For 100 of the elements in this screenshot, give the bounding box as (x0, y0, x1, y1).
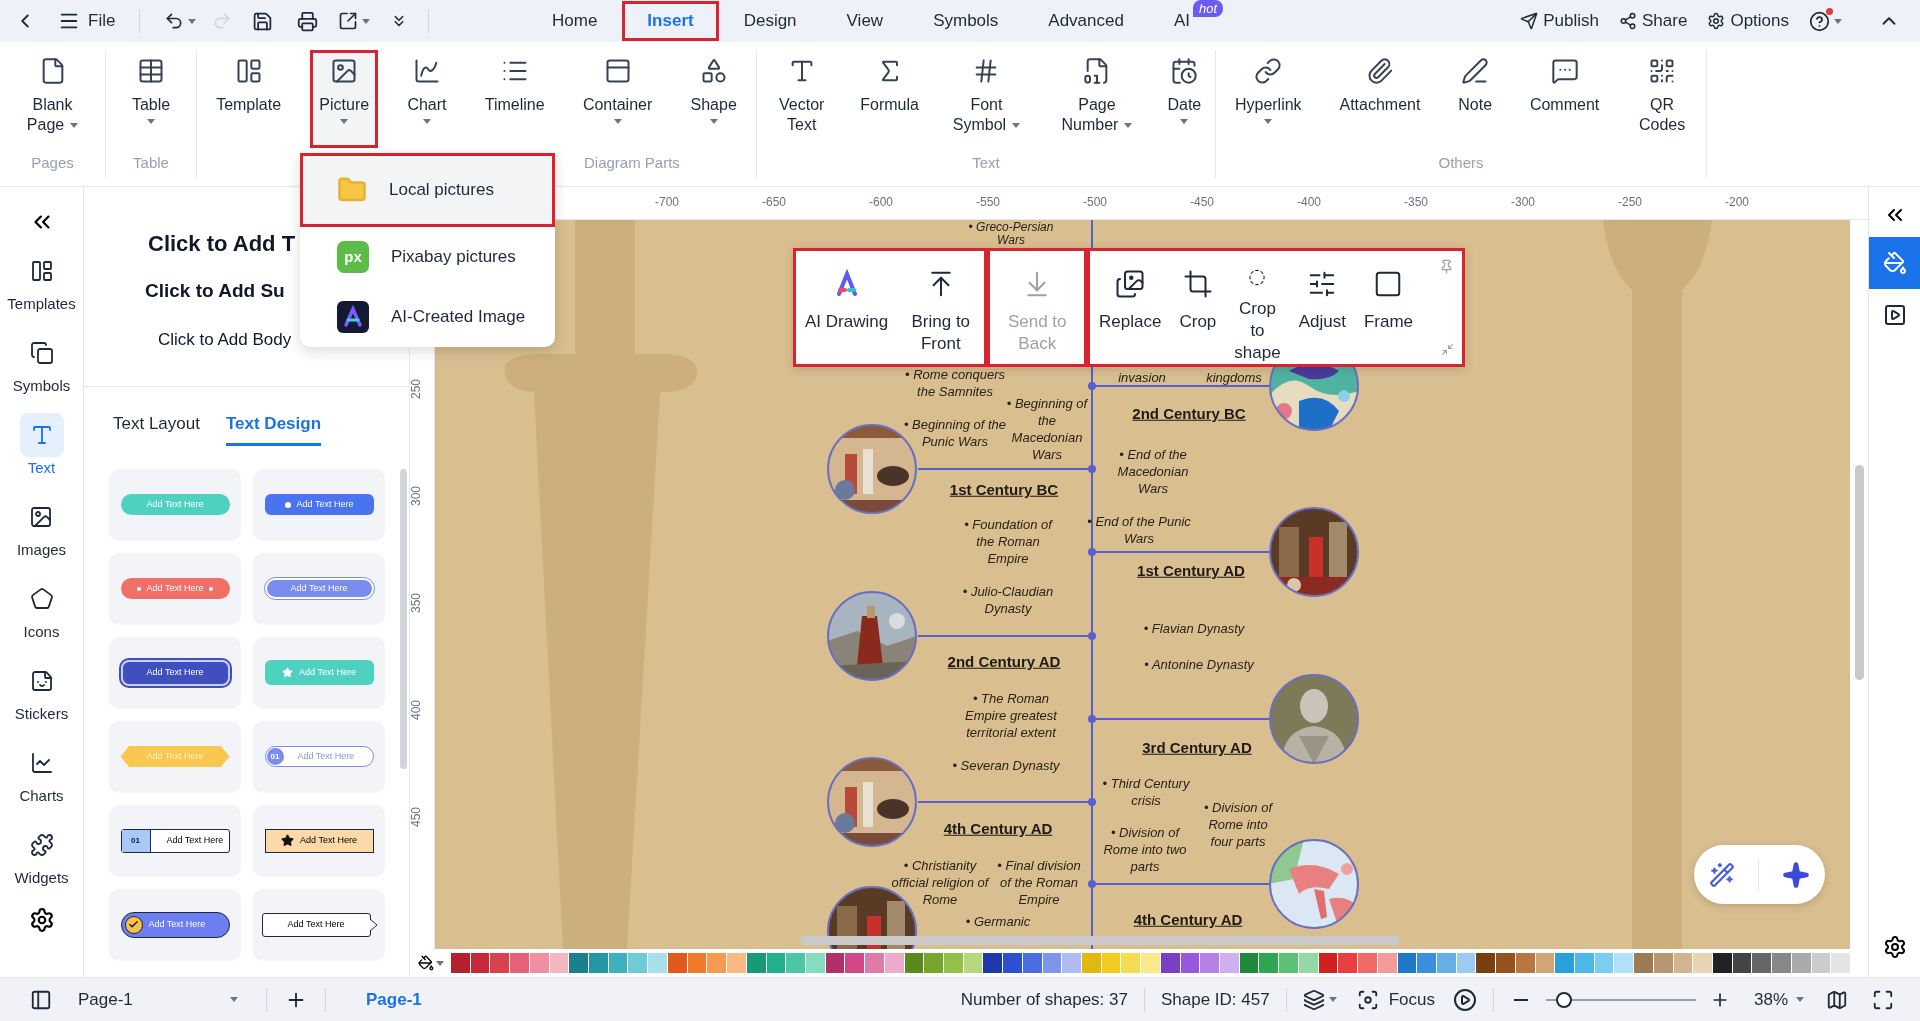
sample-text: Add Text Here (148, 917, 206, 931)
event-text: • Germanic (965, 912, 1031, 930)
app-logo-icon: px (337, 241, 369, 273)
hot-badge: hot (1192, 0, 1223, 17)
event-text: • Christianity official religion of Rome (890, 856, 990, 908)
text-style-card[interactable]: Add Text Here (253, 888, 385, 961)
toolbar-action-button[interactable]: Share (1619, 8, 1688, 34)
text-style-card[interactable]: Add Text Here (253, 468, 385, 541)
page-tab[interactable]: Page-1 (344, 986, 444, 1013)
ribbon-button[interactable]: Attachment (1330, 50, 1430, 148)
event-text: • Beginning of the Punic Wars (902, 416, 1008, 450)
sidebar-item[interactable]: Text (19, 413, 64, 495)
toolbar-button[interactable]: Frame (1354, 251, 1422, 364)
page-select[interactable]: Page-1 (78, 986, 248, 1013)
ribbon-button[interactable]: Page Number (1044, 50, 1149, 148)
ribbon-button[interactable]: Container (573, 50, 662, 148)
ribbon-button[interactable]: Date (1158, 50, 1211, 148)
ribbon-button[interactable]: Font Symbol (937, 50, 1036, 148)
panel-tab[interactable]: Text Design (225, 411, 322, 446)
ruler-label: 250 (409, 379, 423, 399)
group-label: Diagram Parts (584, 152, 680, 173)
focus-button[interactable]: Focus (1356, 986, 1435, 1013)
sample-text: Add Text Here (296, 497, 354, 511)
toolbar-button[interactable]: AI Drawing (796, 251, 898, 364)
ruler-label: -600 (869, 194, 893, 211)
century-heading: 4th Century AD (943, 818, 1053, 839)
toolbar-button[interactable]: Replace (1090, 251, 1171, 364)
ruler-label: -550 (976, 194, 1000, 211)
menu-tab[interactable]: View (821, 1, 909, 41)
event-text: invasion (1118, 368, 1166, 386)
text-style-card[interactable]: Add Text Here (109, 636, 241, 709)
menu-tab[interactable]: Design (718, 1, 822, 41)
ribbon-button[interactable]: Picture (310, 50, 379, 148)
century-heading: 4th Century AD (1133, 909, 1243, 930)
shape-id: Shape ID: 457 (1160, 988, 1270, 1011)
menu-tab[interactable]: Home (527, 1, 623, 41)
ribbon-button[interactable]: Shape (681, 50, 746, 148)
sidebar-item[interactable]: Stickers (14, 659, 69, 741)
text-style-card[interactable]: 01 Add Text Here (109, 804, 241, 877)
ribbon-button[interactable]: Note (1449, 50, 1502, 148)
menu-tab[interactable]: Insert (622, 1, 719, 41)
event-text: • Antonine Dynasty (1144, 655, 1254, 673)
toolbar-button[interactable]: Crop (1170, 251, 1226, 364)
toolbar-button[interactable]: Crop to shape (1225, 251, 1290, 364)
menu-item[interactable]: Local pictures (300, 153, 555, 227)
ribbon-button[interactable]: Hyperlink (1225, 50, 1311, 148)
ribbon-button[interactable]: Formula (851, 50, 928, 148)
group-label: Text (972, 152, 1000, 173)
event-text: • Flavian Dynasty (1143, 619, 1245, 637)
toolbar-button[interactable]: Adjust (1289, 251, 1355, 364)
sample-text: Add Text Here (146, 497, 204, 511)
file-menu-button[interactable]: File (50, 8, 124, 34)
sample-text: Add Text Here (290, 581, 348, 595)
event-text: • End of the Macedonian Wars (1116, 445, 1190, 497)
group-label: Pages (31, 152, 74, 173)
ribbon-button[interactable]: QR Codes (1628, 50, 1697, 148)
menu-item[interactable]: AI-Created Image (300, 287, 555, 347)
toolbar-action-button[interactable]: Options (1707, 8, 1789, 34)
sidebar-item[interactable]: Widgets (14, 823, 69, 905)
panel-tab[interactable]: Text Layout (113, 411, 200, 446)
menu-tab[interactable]: Advanced (1023, 1, 1149, 41)
ruler-label: -250 (1618, 194, 1642, 211)
menu-item[interactable]: px Pixabay pictures (300, 227, 555, 287)
sidebar-item[interactable]: Templates (7, 249, 76, 331)
ribbon-button[interactable]: Timeline (475, 50, 554, 148)
event-text: • Division of Rome into two parts (1102, 823, 1188, 875)
event-text: • Third Century crisis (1101, 775, 1191, 809)
ribbon-button[interactable]: Comment (1520, 50, 1609, 148)
sidebar-item[interactable]: Icons (19, 577, 64, 659)
ribbon-button[interactable]: Chart (398, 50, 456, 148)
sample-text: Add Text Here (299, 665, 356, 679)
text-style-card[interactable]: Add Text Here (109, 888, 241, 961)
event-text: • Greco-Persian Wars (967, 221, 1055, 247)
ruler-label: -700 (655, 194, 679, 211)
ribbon-button[interactable]: Vector Text (761, 50, 842, 148)
group-label: Others (1438, 152, 1484, 173)
ribbon-button[interactable]: Template (207, 50, 291, 148)
ribbon-button[interactable]: Table (122, 50, 180, 148)
ruler-label: -400 (1297, 194, 1321, 211)
menu-tab[interactable]: Symbols (908, 1, 1024, 41)
ruler-label: -650 (762, 194, 786, 211)
sidebar-item[interactable]: Symbols (12, 331, 71, 413)
toolbar-action-button[interactable]: Publish (1520, 8, 1600, 34)
zoom-level-select[interactable]: 38% (1753, 986, 1804, 1013)
event-text: • Division of Rome into four parts (1202, 798, 1274, 850)
text-style-card[interactable]: Add Text Here (253, 804, 385, 877)
ruler-label: -500 (1083, 194, 1107, 211)
sidebar-item[interactable]: Images (16, 495, 67, 577)
ruler-label: -350 (1404, 194, 1428, 211)
sample-text: Add Text Here (287, 917, 345, 931)
century-heading: 2nd Century AD (947, 651, 1061, 672)
sample-text: Add Text Here (146, 749, 204, 763)
sample-text: Add Text Here (297, 749, 355, 763)
sidebar-item[interactable]: Charts (19, 741, 64, 823)
ruler-label: 400 (409, 700, 423, 720)
ribbon-button[interactable]: Blank Page (12, 50, 93, 148)
ruler-label: -300 (1511, 194, 1535, 211)
toolbar-button[interactable]: Bring to Front (897, 251, 985, 364)
sample-text: Add Text Here (146, 581, 204, 595)
century-heading: 2nd Century BC (1132, 403, 1246, 424)
